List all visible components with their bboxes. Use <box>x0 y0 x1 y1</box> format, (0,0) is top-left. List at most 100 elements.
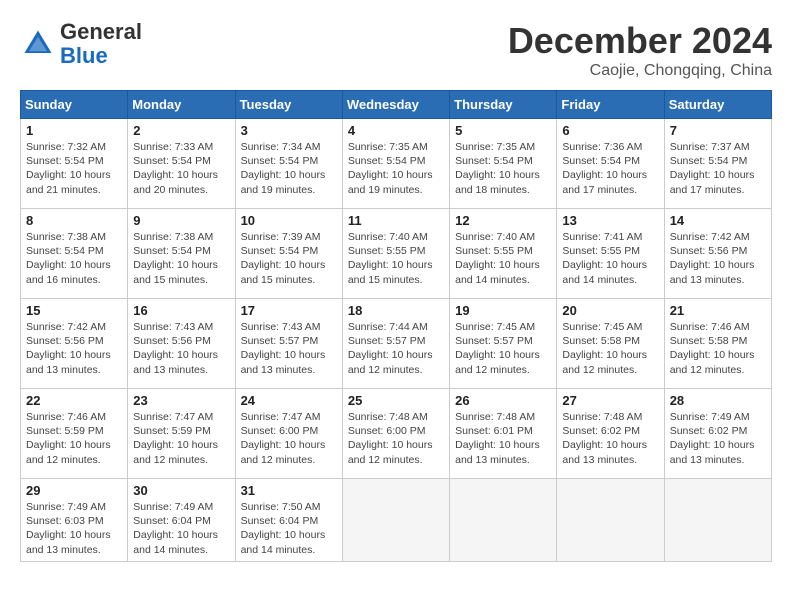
day-number: 21 <box>670 303 766 318</box>
day-info: Sunrise: 7:40 AMSunset: 5:55 PMDaylight:… <box>455 231 540 286</box>
col-saturday: Saturday <box>664 91 771 119</box>
calendar-cell: 6 Sunrise: 7:36 AMSunset: 5:54 PMDayligh… <box>557 119 664 209</box>
day-number: 8 <box>26 213 122 228</box>
day-number: 3 <box>241 123 337 138</box>
day-info: Sunrise: 7:47 AMSunset: 5:59 PMDaylight:… <box>133 411 218 466</box>
day-number: 17 <box>241 303 337 318</box>
day-info: Sunrise: 7:50 AMSunset: 6:04 PMDaylight:… <box>241 501 326 556</box>
calendar-cell: 22 Sunrise: 7:46 AMSunset: 5:59 PMDaylig… <box>21 389 128 479</box>
day-number: 23 <box>133 393 229 408</box>
day-number: 24 <box>241 393 337 408</box>
day-info: Sunrise: 7:40 AMSunset: 5:55 PMDaylight:… <box>348 231 433 286</box>
location-subtitle: Caojie, Chongqing, China <box>508 62 772 80</box>
day-info: Sunrise: 7:46 AMSunset: 5:59 PMDaylight:… <box>26 411 111 466</box>
day-number: 19 <box>455 303 551 318</box>
calendar-cell: 14 Sunrise: 7:42 AMSunset: 5:56 PMDaylig… <box>664 209 771 299</box>
calendar-cell <box>664 479 771 562</box>
calendar-cell: 3 Sunrise: 7:34 AMSunset: 5:54 PMDayligh… <box>235 119 342 209</box>
day-info: Sunrise: 7:44 AMSunset: 5:57 PMDaylight:… <box>348 321 433 376</box>
day-number: 20 <box>562 303 658 318</box>
calendar-cell: 29 Sunrise: 7:49 AMSunset: 6:03 PMDaylig… <box>21 479 128 562</box>
calendar-table: Sunday Monday Tuesday Wednesday Thursday… <box>20 90 772 562</box>
calendar-cell: 10 Sunrise: 7:39 AMSunset: 5:54 PMDaylig… <box>235 209 342 299</box>
page-header: General Blue December 2024 Caojie, Chong… <box>20 20 772 80</box>
calendar-cell: 4 Sunrise: 7:35 AMSunset: 5:54 PMDayligh… <box>342 119 449 209</box>
day-info: Sunrise: 7:48 AMSunset: 6:00 PMDaylight:… <box>348 411 433 466</box>
logo-general: General <box>60 19 142 44</box>
day-number: 12 <box>455 213 551 228</box>
day-info: Sunrise: 7:43 AMSunset: 5:57 PMDaylight:… <box>241 321 326 376</box>
day-info: Sunrise: 7:46 AMSunset: 5:58 PMDaylight:… <box>670 321 755 376</box>
calendar-header-row: Sunday Monday Tuesday Wednesday Thursday… <box>21 91 772 119</box>
day-info: Sunrise: 7:49 AMSunset: 6:03 PMDaylight:… <box>26 501 111 556</box>
day-number: 28 <box>670 393 766 408</box>
calendar-cell: 25 Sunrise: 7:48 AMSunset: 6:00 PMDaylig… <box>342 389 449 479</box>
day-info: Sunrise: 7:36 AMSunset: 5:54 PMDaylight:… <box>562 141 647 196</box>
day-number: 18 <box>348 303 444 318</box>
calendar-cell: 30 Sunrise: 7:49 AMSunset: 6:04 PMDaylig… <box>128 479 235 562</box>
day-number: 5 <box>455 123 551 138</box>
day-info: Sunrise: 7:48 AMSunset: 6:01 PMDaylight:… <box>455 411 540 466</box>
day-number: 29 <box>26 483 122 498</box>
day-info: Sunrise: 7:49 AMSunset: 6:04 PMDaylight:… <box>133 501 218 556</box>
day-info: Sunrise: 7:39 AMSunset: 5:54 PMDaylight:… <box>241 231 326 286</box>
day-info: Sunrise: 7:32 AMSunset: 5:54 PMDaylight:… <box>26 141 111 196</box>
col-monday: Monday <box>128 91 235 119</box>
calendar-cell <box>450 479 557 562</box>
day-number: 13 <box>562 213 658 228</box>
day-number: 25 <box>348 393 444 408</box>
calendar-cell: 12 Sunrise: 7:40 AMSunset: 5:55 PMDaylig… <box>450 209 557 299</box>
day-info: Sunrise: 7:38 AMSunset: 5:54 PMDaylight:… <box>26 231 111 286</box>
calendar-cell: 13 Sunrise: 7:41 AMSunset: 5:55 PMDaylig… <box>557 209 664 299</box>
day-info: Sunrise: 7:33 AMSunset: 5:54 PMDaylight:… <box>133 141 218 196</box>
month-title: December 2024 <box>508 20 772 62</box>
calendar-cell: 27 Sunrise: 7:48 AMSunset: 6:02 PMDaylig… <box>557 389 664 479</box>
calendar-cell: 1 Sunrise: 7:32 AMSunset: 5:54 PMDayligh… <box>21 119 128 209</box>
calendar-cell: 26 Sunrise: 7:48 AMSunset: 6:01 PMDaylig… <box>450 389 557 479</box>
calendar-cell: 15 Sunrise: 7:42 AMSunset: 5:56 PMDaylig… <box>21 299 128 389</box>
calendar-cell <box>557 479 664 562</box>
day-number: 2 <box>133 123 229 138</box>
col-sunday: Sunday <box>21 91 128 119</box>
day-number: 4 <box>348 123 444 138</box>
day-number: 16 <box>133 303 229 318</box>
calendar-cell: 9 Sunrise: 7:38 AMSunset: 5:54 PMDayligh… <box>128 209 235 299</box>
calendar-cell: 17 Sunrise: 7:43 AMSunset: 5:57 PMDaylig… <box>235 299 342 389</box>
day-info: Sunrise: 7:49 AMSunset: 6:02 PMDaylight:… <box>670 411 755 466</box>
day-info: Sunrise: 7:35 AMSunset: 5:54 PMDaylight:… <box>348 141 433 196</box>
day-number: 10 <box>241 213 337 228</box>
calendar-cell: 24 Sunrise: 7:47 AMSunset: 6:00 PMDaylig… <box>235 389 342 479</box>
day-info: Sunrise: 7:48 AMSunset: 6:02 PMDaylight:… <box>562 411 647 466</box>
col-thursday: Thursday <box>450 91 557 119</box>
day-number: 9 <box>133 213 229 228</box>
calendar-cell: 18 Sunrise: 7:44 AMSunset: 5:57 PMDaylig… <box>342 299 449 389</box>
day-info: Sunrise: 7:47 AMSunset: 6:00 PMDaylight:… <box>241 411 326 466</box>
logo-text: General Blue <box>60 20 142 68</box>
day-number: 15 <box>26 303 122 318</box>
calendar-cell: 2 Sunrise: 7:33 AMSunset: 5:54 PMDayligh… <box>128 119 235 209</box>
day-number: 27 <box>562 393 658 408</box>
calendar-cell: 19 Sunrise: 7:45 AMSunset: 5:57 PMDaylig… <box>450 299 557 389</box>
day-info: Sunrise: 7:34 AMSunset: 5:54 PMDaylight:… <box>241 141 326 196</box>
logo: General Blue <box>20 20 142 68</box>
col-wednesday: Wednesday <box>342 91 449 119</box>
day-number: 26 <box>455 393 551 408</box>
logo-blue: Blue <box>60 43 108 68</box>
day-info: Sunrise: 7:38 AMSunset: 5:54 PMDaylight:… <box>133 231 218 286</box>
calendar-cell: 16 Sunrise: 7:43 AMSunset: 5:56 PMDaylig… <box>128 299 235 389</box>
day-info: Sunrise: 7:42 AMSunset: 5:56 PMDaylight:… <box>26 321 111 376</box>
day-info: Sunrise: 7:45 AMSunset: 5:57 PMDaylight:… <box>455 321 540 376</box>
day-number: 22 <box>26 393 122 408</box>
calendar-cell <box>342 479 449 562</box>
day-number: 7 <box>670 123 766 138</box>
day-number: 11 <box>348 213 444 228</box>
calendar-cell: 21 Sunrise: 7:46 AMSunset: 5:58 PMDaylig… <box>664 299 771 389</box>
calendar-cell: 23 Sunrise: 7:47 AMSunset: 5:59 PMDaylig… <box>128 389 235 479</box>
day-info: Sunrise: 7:35 AMSunset: 5:54 PMDaylight:… <box>455 141 540 196</box>
col-friday: Friday <box>557 91 664 119</box>
day-info: Sunrise: 7:42 AMSunset: 5:56 PMDaylight:… <box>670 231 755 286</box>
col-tuesday: Tuesday <box>235 91 342 119</box>
day-number: 14 <box>670 213 766 228</box>
day-info: Sunrise: 7:41 AMSunset: 5:55 PMDaylight:… <box>562 231 647 286</box>
calendar-cell: 7 Sunrise: 7:37 AMSunset: 5:54 PMDayligh… <box>664 119 771 209</box>
